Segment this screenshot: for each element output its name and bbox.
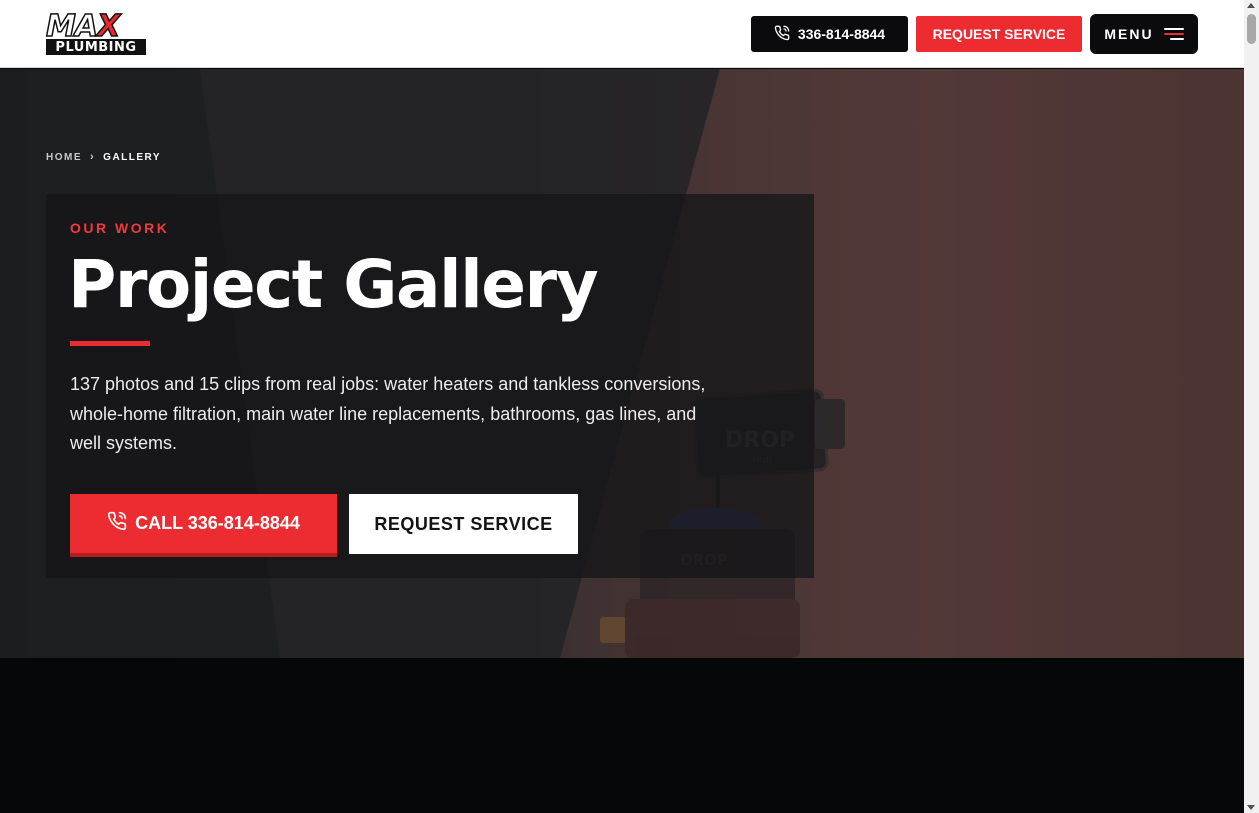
site-header: MAX PLUMBING 336-814-8844 REQUEST SERVIC… <box>0 0 1244 68</box>
breadcrumb-home-link[interactable]: HOME <box>46 152 82 163</box>
breadcrumb-current: GALLERY <box>103 151 162 163</box>
logo-wordmark: MAX <box>45 9 121 44</box>
title-divider <box>70 341 150 346</box>
menu-label: MENU <box>1104 26 1154 42</box>
breadcrumb: HOME › GALLERY <box>46 151 161 163</box>
scroll-down-arrow-icon[interactable] <box>1247 805 1255 810</box>
hero-eyebrow: OUR WORK <box>70 220 170 236</box>
header-phone-label: 336-814-8844 <box>797 26 886 42</box>
hero-content-card: OUR WORK Project Gallery 137 photos and … <box>46 194 814 578</box>
page-title: Project Gallery <box>68 246 599 323</box>
header-request-service-button[interactable]: REQUEST SERVICE <box>916 16 1082 52</box>
chevron-right-icon: › <box>90 151 96 163</box>
scroll-thumb[interactable] <box>1247 14 1256 44</box>
menu-button[interactable]: MENU <box>1090 14 1198 54</box>
phone-icon <box>774 25 790 44</box>
hero-section: DROP Hub DROP HOME › GALLERY OUR WORK Pr… <box>0 69 1244 658</box>
hamburger-menu-icon <box>1163 28 1184 40</box>
request-service-button[interactable]: REQUEST SERVICE <box>349 494 578 554</box>
scroll-up-arrow-icon[interactable] <box>1247 3 1255 8</box>
gallery-section <box>0 658 1244 813</box>
header-phone-button[interactable]: 336-814-8844 <box>751 16 908 52</box>
logo-subtitle: PLUMBING <box>46 39 146 55</box>
hero-description: 137 photos and 15 clips from real jobs: … <box>70 374 706 453</box>
call-button[interactable]: CALL 336-814-8844 <box>70 494 337 557</box>
call-button-label: CALL 336-814-8844 <box>135 513 300 533</box>
page-scrollbar[interactable] <box>1244 0 1259 813</box>
page: MAX PLUMBING 336-814-8844 REQUEST SERVIC… <box>0 0 1244 813</box>
phone-icon <box>107 511 127 536</box>
max-plumbing-logo[interactable]: MAX PLUMBING <box>45 9 146 56</box>
